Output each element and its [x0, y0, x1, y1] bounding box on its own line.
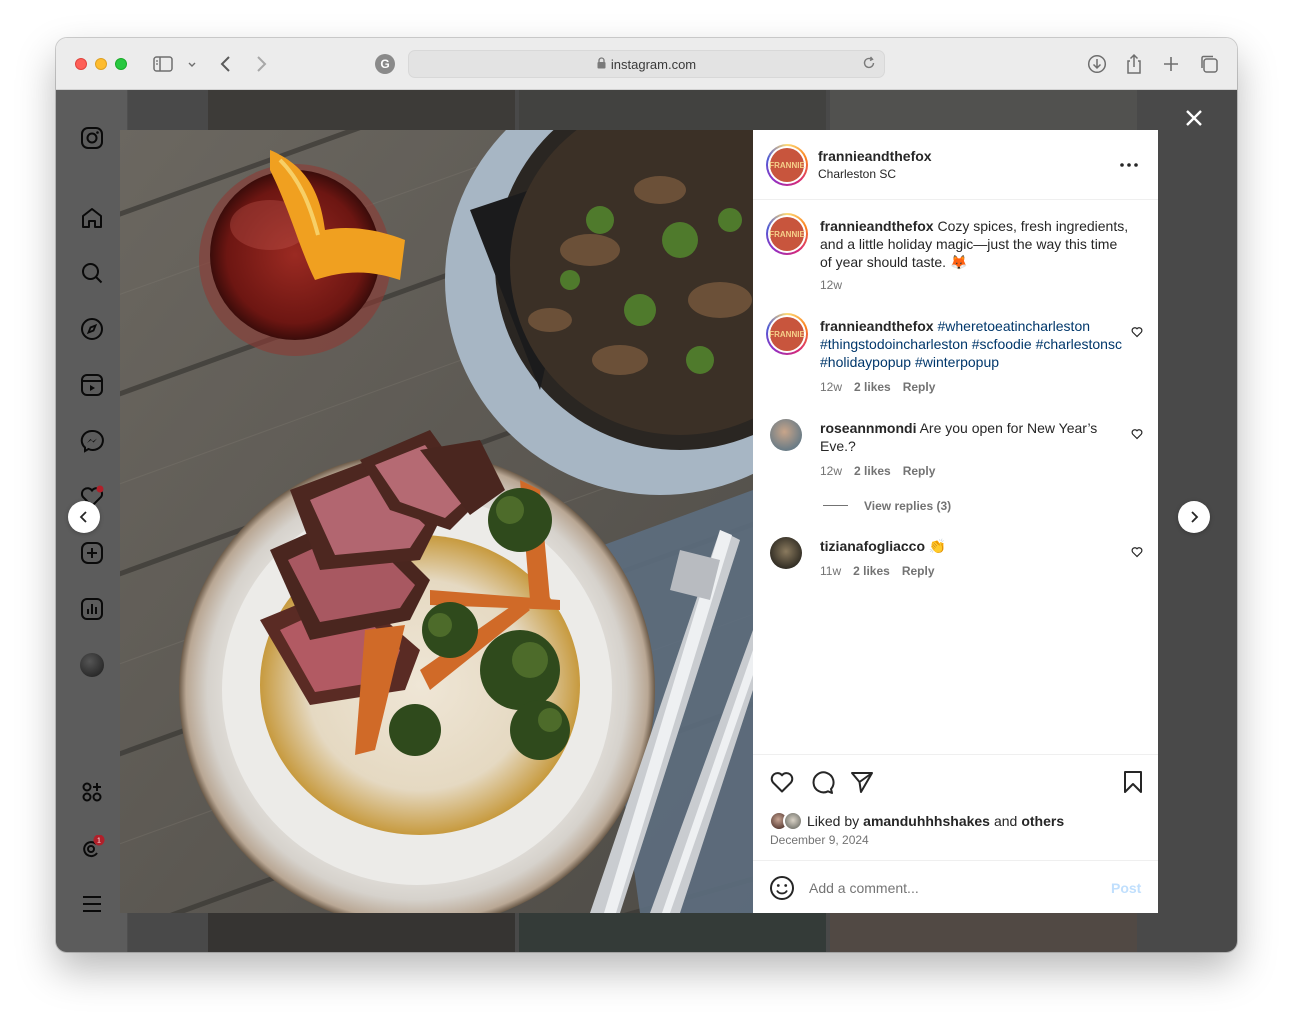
caption: frannieandthefox Cozy spices, fresh ingr… — [820, 217, 1130, 271]
comment-likes[interactable]: 2 likes — [853, 564, 890, 578]
comment-username[interactable]: roseannmondi — [820, 420, 916, 436]
forward-icon[interactable] — [249, 52, 273, 76]
like-comment-heart-icon[interactable] — [1131, 325, 1145, 339]
like-comment-heart-icon[interactable] — [1131, 545, 1145, 559]
create-post-icon[interactable] — [79, 540, 105, 566]
new-tab-icon[interactable] — [1159, 52, 1183, 76]
share-send-icon[interactable] — [849, 769, 875, 795]
author-avatar[interactable]: FRANNIE — [766, 144, 808, 186]
comment-avatar-label: FRANNIE — [769, 317, 805, 351]
post-location[interactable]: Charleston SC — [818, 167, 932, 181]
threads-badge-count: 1 — [97, 838, 101, 845]
more-options-icon[interactable] — [1119, 156, 1139, 174]
reply-button[interactable]: Reply — [903, 464, 936, 478]
url-text: instagram.com — [610, 56, 697, 72]
liked-by-username[interactable]: amanduhhhshakes — [863, 813, 990, 829]
browser-window: G instagram.com 1 FRANNIE frannieandthef… — [56, 38, 1237, 952]
back-icon[interactable] — [214, 52, 238, 76]
zoom-window-button[interactable] — [115, 58, 127, 70]
post-details-panel: FRANNIE frannieandthefox Charleston SC F… — [753, 130, 1158, 913]
close-window-button[interactable] — [75, 58, 87, 70]
browser-toolbar: G instagram.com — [56, 38, 1237, 90]
comment-likes[interactable]: 2 likes — [854, 380, 891, 394]
sidebar-toggle-icon[interactable] — [151, 52, 175, 76]
messenger-icon[interactable] — [79, 428, 105, 454]
liker-avatar[interactable] — [783, 811, 803, 831]
comment-username[interactable]: frannieandthefox — [820, 318, 934, 334]
instagram-logo-icon[interactable] — [79, 125, 105, 151]
more-apps-icon[interactable] — [79, 779, 105, 805]
tab-overview-icon[interactable] — [1197, 52, 1221, 76]
comment-bubble-icon[interactable] — [809, 769, 835, 795]
comment-item: roseannmondi Are you open for New Year’s… — [820, 419, 1130, 455]
emoji-icon[interactable] — [769, 875, 795, 901]
reply-button[interactable]: Reply — [902, 564, 935, 578]
view-replies-button[interactable]: View replies (3) — [864, 499, 951, 513]
post-date[interactable]: December 9, 2024 — [770, 833, 869, 847]
comment-input[interactable] — [809, 877, 1089, 899]
minimize-window-button[interactable] — [95, 58, 107, 70]
liked-by-and: and — [993, 813, 1018, 829]
commenter-avatar[interactable] — [770, 537, 802, 569]
comment-avatar[interactable]: FRANNIE — [766, 313, 808, 355]
home-icon[interactable] — [79, 205, 105, 231]
address-bar[interactable]: instagram.com — [408, 50, 885, 78]
liked-by-label: Liked by — [807, 813, 860, 829]
add-comment-bar: Post — [753, 860, 1158, 913]
lock-icon — [597, 56, 606, 72]
post-actions: Liked by amanduhhhshakes and others Dece… — [753, 754, 1158, 860]
comment-time[interactable]: 12w — [820, 380, 842, 394]
comment-likes[interactable]: 2 likes — [854, 464, 891, 478]
post-photo[interactable] — [120, 130, 753, 913]
page-content: 1 FRANNIE frannieandthefox Charleston SC… — [56, 90, 1237, 952]
commenter-avatar[interactable] — [770, 419, 802, 451]
comment-text: 👏 — [928, 538, 947, 554]
caption-time[interactable]: 12w — [820, 278, 842, 292]
comment-username[interactable]: tizianafogliacco — [820, 538, 925, 554]
search-icon[interactable] — [79, 260, 105, 286]
reload-icon[interactable] — [862, 56, 876, 73]
likes-summary: Liked by amanduhhhshakes and others — [769, 811, 1064, 831]
comment-item: frannieandthefox #wheretoeatincharleston… — [820, 317, 1130, 371]
downloads-icon[interactable] — [1085, 52, 1109, 76]
like-comment-heart-icon[interactable] — [1131, 427, 1145, 441]
reply-button[interactable]: Reply — [903, 380, 936, 394]
site-favicon-icon: G — [375, 54, 395, 74]
previous-post-button[interactable] — [68, 501, 100, 533]
liked-by-others[interactable]: others — [1021, 813, 1064, 829]
save-bookmark-icon[interactable] — [1120, 769, 1146, 795]
hamburger-menu-icon[interactable] — [79, 891, 105, 917]
chevron-down-icon[interactable] — [182, 52, 202, 76]
post-comment-button[interactable]: Post — [1111, 880, 1141, 896]
explore-compass-icon[interactable] — [79, 316, 105, 342]
author-avatar-label: FRANNIE — [769, 148, 805, 182]
reels-icon[interactable] — [79, 372, 105, 398]
caption-username[interactable]: frannieandthefox — [820, 218, 934, 234]
comment-time[interactable]: 11w — [820, 564, 841, 578]
like-heart-icon[interactable] — [769, 769, 795, 795]
post-header: FRANNIE frannieandthefox Charleston SC — [753, 130, 1158, 200]
close-modal-icon[interactable] — [1182, 106, 1206, 130]
insights-chart-icon[interactable] — [79, 596, 105, 622]
replies-divider — [823, 505, 848, 506]
profile-avatar[interactable] — [79, 652, 105, 678]
author-username[interactable]: frannieandthefox — [818, 148, 932, 164]
comment-item: tizianafogliacco 👏 — [820, 537, 1130, 555]
comment-time[interactable]: 12w — [820, 464, 842, 478]
caption-avatar[interactable]: FRANNIE — [766, 213, 808, 255]
next-post-button[interactable] — [1178, 501, 1210, 533]
caption-avatar-label: FRANNIE — [769, 217, 805, 251]
threads-icon[interactable]: 1 — [79, 835, 105, 861]
share-icon[interactable] — [1122, 52, 1146, 76]
